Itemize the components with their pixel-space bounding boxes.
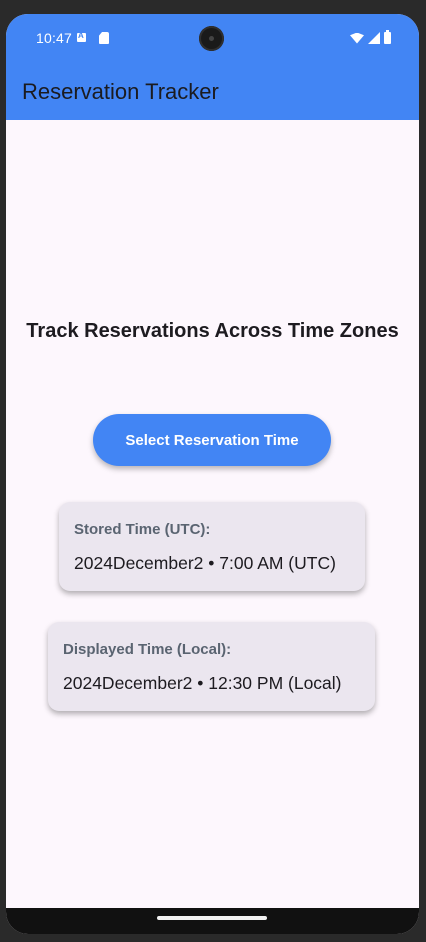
a-notification-icon: [77, 31, 86, 42]
front-camera: [199, 26, 224, 51]
displayed-time-label: Displayed Time (Local):: [63, 641, 232, 658]
app-title: Reservation Tracker: [22, 79, 219, 104]
status-icons: [350, 30, 391, 45]
signal-icon: [368, 32, 380, 44]
wifi-icon: [350, 32, 364, 44]
stored-time-label: Stored Time (UTC):: [74, 521, 211, 538]
displayed-time-value: 2024December2 • 12:30 PM (Local): [63, 673, 342, 693]
app-bar: Reservation Tracker: [6, 64, 419, 120]
navigation-bar: [6, 908, 419, 934]
battery-icon: [384, 30, 391, 44]
sd-card-icon: [99, 32, 109, 44]
page-heading: Track Reservations Across Time Zones: [26, 320, 399, 342]
status-bar: 10:47: [6, 14, 419, 64]
stored-time-card: Stored Time (UTC): 2024December2 • 7:00 …: [59, 502, 365, 591]
select-reservation-time-button[interactable]: Select Reservation Time: [93, 414, 331, 466]
home-gesture-handle[interactable]: [157, 916, 267, 920]
screen: 10:47 Reservation Tracker Track Reservat…: [6, 14, 419, 934]
device-frame: 10:47 Reservation Tracker Track Reservat…: [0, 0, 426, 942]
displayed-time-card: Displayed Time (Local): 2024December2 • …: [48, 622, 375, 711]
main-content: Track Reservations Across Time Zones Sel…: [6, 120, 419, 908]
status-time: 10:47: [36, 30, 73, 46]
stored-time-value: 2024December2 • 7:00 AM (UTC): [74, 553, 336, 573]
